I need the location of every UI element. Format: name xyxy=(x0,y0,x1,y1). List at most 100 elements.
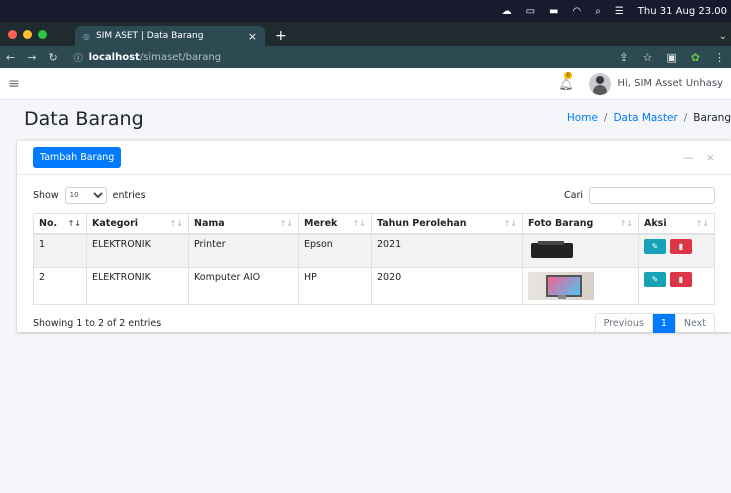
pagination: Previous 1 Next xyxy=(594,312,715,334)
edit-button[interactable]: ✎ xyxy=(644,239,666,254)
delete-button[interactable]: ▮ xyxy=(670,239,692,254)
control-center-icon[interactable]: ☰ xyxy=(615,6,624,17)
tab-list-chevron-icon[interactable]: ⌄ xyxy=(719,26,731,46)
entries-select[interactable]: 10 xyxy=(64,186,107,204)
browser-tab-strip: ◎ SIM ASET | Data Barang × + ⌄ xyxy=(0,22,731,46)
col-header-label: Foto Barang xyxy=(528,218,594,229)
hamburger-menu-icon[interactable]: ≡ xyxy=(8,76,20,92)
table-row: 2 ELEKTRONIK Komputer AIO HP 2020 ✎ ▮ xyxy=(33,266,715,305)
wifi-icon[interactable]: ◠ xyxy=(572,6,581,17)
datatable-footer: Showing 1 to 2 of 2 entries Previous 1 N… xyxy=(33,312,715,334)
add-item-button[interactable]: Tambah Barang xyxy=(33,147,122,168)
row-actions: ✎ ▮ xyxy=(644,239,709,254)
cell-no: 1 xyxy=(33,233,87,268)
table-header-row: No. ↑↓ Kategori ↑↓ Nama ↑↓ Merek ↑↓ Tahun Pe… xyxy=(33,213,715,235)
col-header-merek[interactable]: Merek ↑↓ xyxy=(298,213,372,235)
user-greeting: Hi, SIM Asset Unhasy xyxy=(617,78,723,89)
window-controls xyxy=(0,22,47,46)
reload-icon[interactable]: ↻ xyxy=(48,51,57,64)
breadcrumb-data-master[interactable]: Data Master xyxy=(613,112,677,124)
site-info-icon[interactable]: ⓘ xyxy=(74,51,83,64)
sort-icon: ↑↓ xyxy=(352,219,366,228)
page-title: Data Barang xyxy=(24,108,144,130)
bookmark-star-icon[interactable]: ☆ xyxy=(643,51,653,64)
delete-button[interactable]: ▮ xyxy=(670,271,692,287)
share-icon[interactable]: ⇪ xyxy=(619,51,628,64)
data-card: Tambah Barang — × Show 10 entries Cari N… xyxy=(17,140,731,334)
cell-nama: Komputer AIO xyxy=(188,266,299,305)
back-arrow-icon[interactable]: ← xyxy=(6,51,15,64)
browser-menu-icon[interactable]: ⋮ xyxy=(714,51,725,64)
user-menu[interactable]: Hi, SIM Asset Unhasy xyxy=(589,72,723,95)
page-1-button[interactable]: 1 xyxy=(651,313,676,333)
cell-foto xyxy=(522,233,639,268)
datatable-controls: Show 10 entries Cari xyxy=(33,185,715,205)
os-menubar: ☁ ▭ ▬ ◠ ⌕ ☰ Thu 31 Aug 23.00 xyxy=(0,0,731,22)
sort-asc-icon: ↑↓ xyxy=(67,219,81,228)
card-tools: — × xyxy=(683,151,715,164)
col-header-label: No. xyxy=(39,218,58,229)
sort-icon: ↑↓ xyxy=(279,219,293,228)
close-window-button[interactable] xyxy=(8,29,17,39)
col-header-aksi[interactable]: Aksi ↑↓ xyxy=(638,213,715,235)
browser-tab[interactable]: ◎ SIM ASET | Data Barang × xyxy=(75,26,265,46)
browser-actions: ⇪ ☆ ▣ ✿ ⋮ xyxy=(619,51,725,64)
row-actions: ✎ ▮ xyxy=(644,271,709,287)
edit-icon: ✎ xyxy=(651,242,659,251)
profile-icon[interactable]: ✿ xyxy=(691,51,700,64)
col-header-label: Nama xyxy=(194,218,225,229)
battery-icon[interactable]: ▬ xyxy=(549,6,558,17)
remove-card-button[interactable]: × xyxy=(706,151,715,164)
cloud-icon[interactable]: ☁ xyxy=(502,6,512,17)
col-header-no[interactable]: No. ↑↓ xyxy=(33,213,87,235)
notification-badge: 0 xyxy=(564,71,573,79)
sort-icon: ↑↓ xyxy=(695,219,709,228)
edit-icon: ✎ xyxy=(651,274,659,284)
search-icon[interactable]: ⌕ xyxy=(595,6,601,17)
sidebar-toggle-icon[interactable]: ▣ xyxy=(666,51,676,64)
col-header-label: Aksi xyxy=(644,218,667,229)
card-header: Tambah Barang — × xyxy=(17,141,731,175)
col-header-foto[interactable]: Foto Barang ↑↓ xyxy=(522,213,639,235)
cell-foto xyxy=(522,266,639,305)
collapse-card-button[interactable]: — xyxy=(683,151,694,164)
table-row: 1 ELEKTRONIK Printer Epson 2021 ✎ ▮ xyxy=(33,233,715,268)
url-host: localhost xyxy=(88,51,140,63)
zoom-window-button[interactable] xyxy=(38,29,47,39)
col-header-kategori[interactable]: Kategori ↑↓ xyxy=(86,213,189,235)
app-navbar: ≡ 🔔︎ 0 Hi, SIM Asset Unhasy xyxy=(0,68,731,100)
menubar-clock[interactable]: Thu 31 Aug 23.00 xyxy=(638,6,727,17)
minimize-window-button[interactable] xyxy=(23,29,32,39)
sort-icon: ↑↓ xyxy=(503,219,517,228)
search-input[interactable] xyxy=(589,186,715,204)
breadcrumb-home[interactable]: Home xyxy=(567,112,598,124)
col-header-nama[interactable]: Nama ↑↓ xyxy=(188,213,299,235)
edit-button[interactable]: ✎ xyxy=(644,271,666,287)
cell-merek: HP xyxy=(298,266,372,305)
cell-merek: Epson xyxy=(298,233,372,268)
trash-icon: ▮ xyxy=(678,274,684,284)
col-header-label: Merek xyxy=(304,218,338,229)
card-body: Show 10 entries Cari No. ↑↓ Kategori ↑↓ Na… xyxy=(17,175,731,344)
avatar xyxy=(589,72,612,95)
previous-page-button[interactable]: Previous xyxy=(596,314,652,333)
cell-aksi: ✎ ▮ xyxy=(638,266,715,305)
cell-nama: Printer xyxy=(188,233,299,268)
col-header-tahun[interactable]: Tahun Perolehan ↑↓ xyxy=(371,213,523,235)
tab-close-button[interactable]: × xyxy=(248,30,257,43)
next-page-button[interactable]: Next xyxy=(676,314,714,333)
show-label: Show xyxy=(33,189,59,201)
globe-icon: ◎ xyxy=(83,31,90,41)
computer-aio-photo xyxy=(528,271,594,300)
breadcrumb-separator: / xyxy=(683,112,688,124)
items-table: No. ↑↓ Kategori ↑↓ Nama ↑↓ Merek ↑↓ Tahun Pe… xyxy=(33,213,715,305)
url-field[interactable]: ⓘ localhost /simaset/barang xyxy=(74,51,620,64)
new-tab-button[interactable]: + xyxy=(275,26,287,46)
notification-bell-icon[interactable]: 🔔︎ 0 xyxy=(558,71,573,91)
forward-arrow-icon[interactable]: → xyxy=(27,51,36,64)
breadcrumb-current: Barang xyxy=(693,112,731,124)
search-label: Cari xyxy=(564,189,583,201)
datatable-info: Showing 1 to 2 of 2 entries xyxy=(33,317,162,329)
display-icon[interactable]: ▭ xyxy=(526,6,535,17)
cell-no: 2 xyxy=(33,266,87,305)
